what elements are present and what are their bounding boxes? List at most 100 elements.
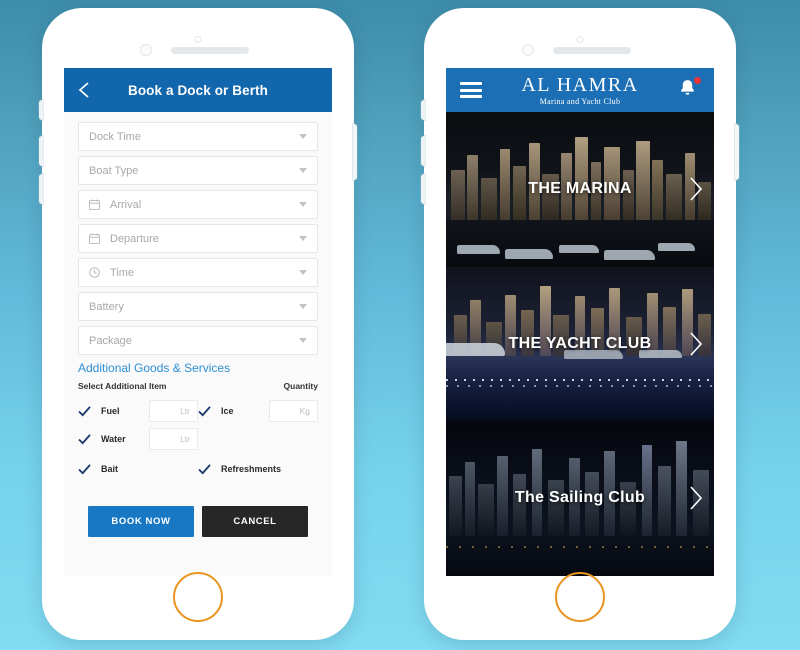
booking-form: Dock Time Boat Type Arrival Departure Ti… <box>64 112 332 576</box>
item-refreshments-label: Refreshments <box>221 464 282 474</box>
chevron-down-icon <box>299 270 307 275</box>
front-camera-icon <box>522 44 534 56</box>
card-title-the-marina: THE MARINA <box>528 180 632 198</box>
chevron-down-icon <box>299 338 307 343</box>
item-fuel[interactable]: Fuel Ltr <box>78 400 198 422</box>
check-icon <box>78 433 91 445</box>
card-the-yacht-club[interactable]: THE YACHT CLUB <box>446 266 714 422</box>
app-header-brand: AL HAMRA Marina and Yacht Club <box>446 68 714 112</box>
silent-switch[interactable] <box>39 100 43 120</box>
chevron-down-icon <box>299 134 307 139</box>
field-boat-type[interactable]: Boat Type <box>78 156 318 185</box>
checkbox-water[interactable] <box>78 433 92 445</box>
cancel-button[interactable]: CANCEL <box>202 506 308 537</box>
back-button[interactable] <box>76 82 92 98</box>
field-battery-label: Battery <box>89 300 124 313</box>
water-graphic <box>446 535 714 576</box>
qty-input-fuel[interactable]: Ltr <box>149 400 198 422</box>
card-the-marina[interactable]: THE MARINA <box>446 112 714 267</box>
notification-badge <box>693 75 702 85</box>
book-now-button[interactable]: BOOK NOW <box>88 506 194 537</box>
calendar-icon <box>89 199 105 210</box>
chevron-right-icon[interactable] <box>688 485 704 511</box>
chevron-down-icon <box>299 304 307 309</box>
hamburger-menu-icon[interactable] <box>460 82 482 98</box>
notifications-button[interactable] <box>678 75 702 103</box>
column-header-quantity: Quantity <box>283 381 318 391</box>
qty-input-water[interactable]: Ltr <box>149 428 198 450</box>
home-button[interactable] <box>173 572 223 622</box>
field-time[interactable]: Time <box>78 258 318 287</box>
field-package-label: Package <box>89 334 132 347</box>
card-title-the-sailing-club: The Sailing Club <box>514 489 646 507</box>
additional-item-row: Water Ltr <box>78 427 318 451</box>
chevron-right-icon[interactable] <box>688 331 704 357</box>
earpiece-speaker-icon <box>171 47 249 54</box>
front-camera-icon <box>140 44 152 56</box>
check-icon <box>198 463 211 475</box>
section-title-additional: Additional Goods & Services <box>78 361 231 375</box>
clock-icon <box>89 267 105 278</box>
proximity-sensor-icon <box>194 36 202 43</box>
earpiece-speaker-icon <box>553 47 631 54</box>
app-header-booking: Book a Dock or Berth <box>64 68 332 112</box>
card-the-sailing-club[interactable]: The Sailing Club <box>446 421 714 576</box>
form-action-buttons: BOOK NOW CANCEL <box>78 506 318 537</box>
field-arrival-label: Arrival <box>110 198 142 211</box>
additional-item-row: Fuel Ltr Ice Kg <box>78 399 318 423</box>
calendar-icon <box>89 233 105 244</box>
field-battery[interactable]: Battery <box>78 292 318 321</box>
additional-column-headers: Select Additional Item Quantity <box>78 381 318 391</box>
chevron-down-icon <box>299 168 307 173</box>
proximity-sensor-icon <box>576 36 584 43</box>
skyline-graphic <box>446 437 714 536</box>
field-dock-time[interactable]: Dock Time <box>78 122 318 151</box>
volume-down-button[interactable] <box>421 174 425 204</box>
column-header-item: Select Additional Item <box>78 381 167 391</box>
checkbox-ice[interactable] <box>198 405 212 417</box>
power-button[interactable] <box>353 124 357 180</box>
destination-cards-list: THE MARINA THE YACHT CLUB The Sailing Cl… <box>446 112 714 576</box>
field-boat-type-label: Boat Type <box>89 164 139 177</box>
checkbox-fuel[interactable] <box>78 405 92 417</box>
silent-switch[interactable] <box>421 100 425 120</box>
field-arrival[interactable]: Arrival <box>78 190 318 219</box>
power-button[interactable] <box>735 124 739 180</box>
volume-up-button[interactable] <box>421 136 425 166</box>
card-title-the-yacht-club: THE YACHT CLUB <box>508 334 652 352</box>
item-water-label: Water <box>101 434 126 444</box>
qty-input-ice[interactable]: Kg <box>269 400 318 422</box>
brand-name: AL HAMRA <box>521 73 639 96</box>
page-title: Book a Dock or Berth <box>127 82 269 98</box>
additional-item-row: Bait Refreshments <box>78 457 318 481</box>
item-bait-label: Bait <box>101 464 119 474</box>
check-icon <box>78 463 91 475</box>
brand-subtitle: Marina and Yacht Club <box>539 96 621 106</box>
field-departure[interactable]: Departure <box>78 224 318 253</box>
phone-device-left: Book a Dock or Berth Dock Time Boat Type <box>39 8 357 640</box>
field-time-label: Time <box>110 266 135 279</box>
item-ice[interactable]: Ice Kg <box>198 400 318 422</box>
home-button[interactable] <box>555 572 605 622</box>
chevron-down-icon <box>299 202 307 207</box>
item-refreshments[interactable]: Refreshments <box>198 463 318 475</box>
check-icon <box>78 405 91 417</box>
water-graphic <box>446 356 714 422</box>
chevron-right-icon[interactable] <box>688 176 704 202</box>
field-package[interactable]: Package <box>78 326 318 355</box>
checkbox-refreshments[interactable] <box>198 463 212 475</box>
brand-block: AL HAMRA Marina and Yacht Club <box>482 75 678 106</box>
volume-down-button[interactable] <box>39 174 43 204</box>
item-ice-label: Ice <box>221 406 234 416</box>
checkbox-bait[interactable] <box>78 463 92 475</box>
additional-items-grid: Fuel Ltr Ice Kg Water Ltr Bait Refreshme… <box>78 399 318 481</box>
screen-home-cards: AL HAMRA Marina and Yacht Club THE MARIN… <box>446 68 714 576</box>
chevron-left-icon <box>78 82 89 98</box>
field-departure-label: Departure <box>110 232 159 245</box>
volume-up-button[interactable] <box>39 136 43 166</box>
field-dock-time-label: Dock Time <box>89 130 141 143</box>
screen-booking-form: Book a Dock or Berth Dock Time Boat Type <box>64 68 332 576</box>
item-bait[interactable]: Bait <box>78 463 198 475</box>
item-water[interactable]: Water Ltr <box>78 428 198 450</box>
check-icon <box>198 405 211 417</box>
